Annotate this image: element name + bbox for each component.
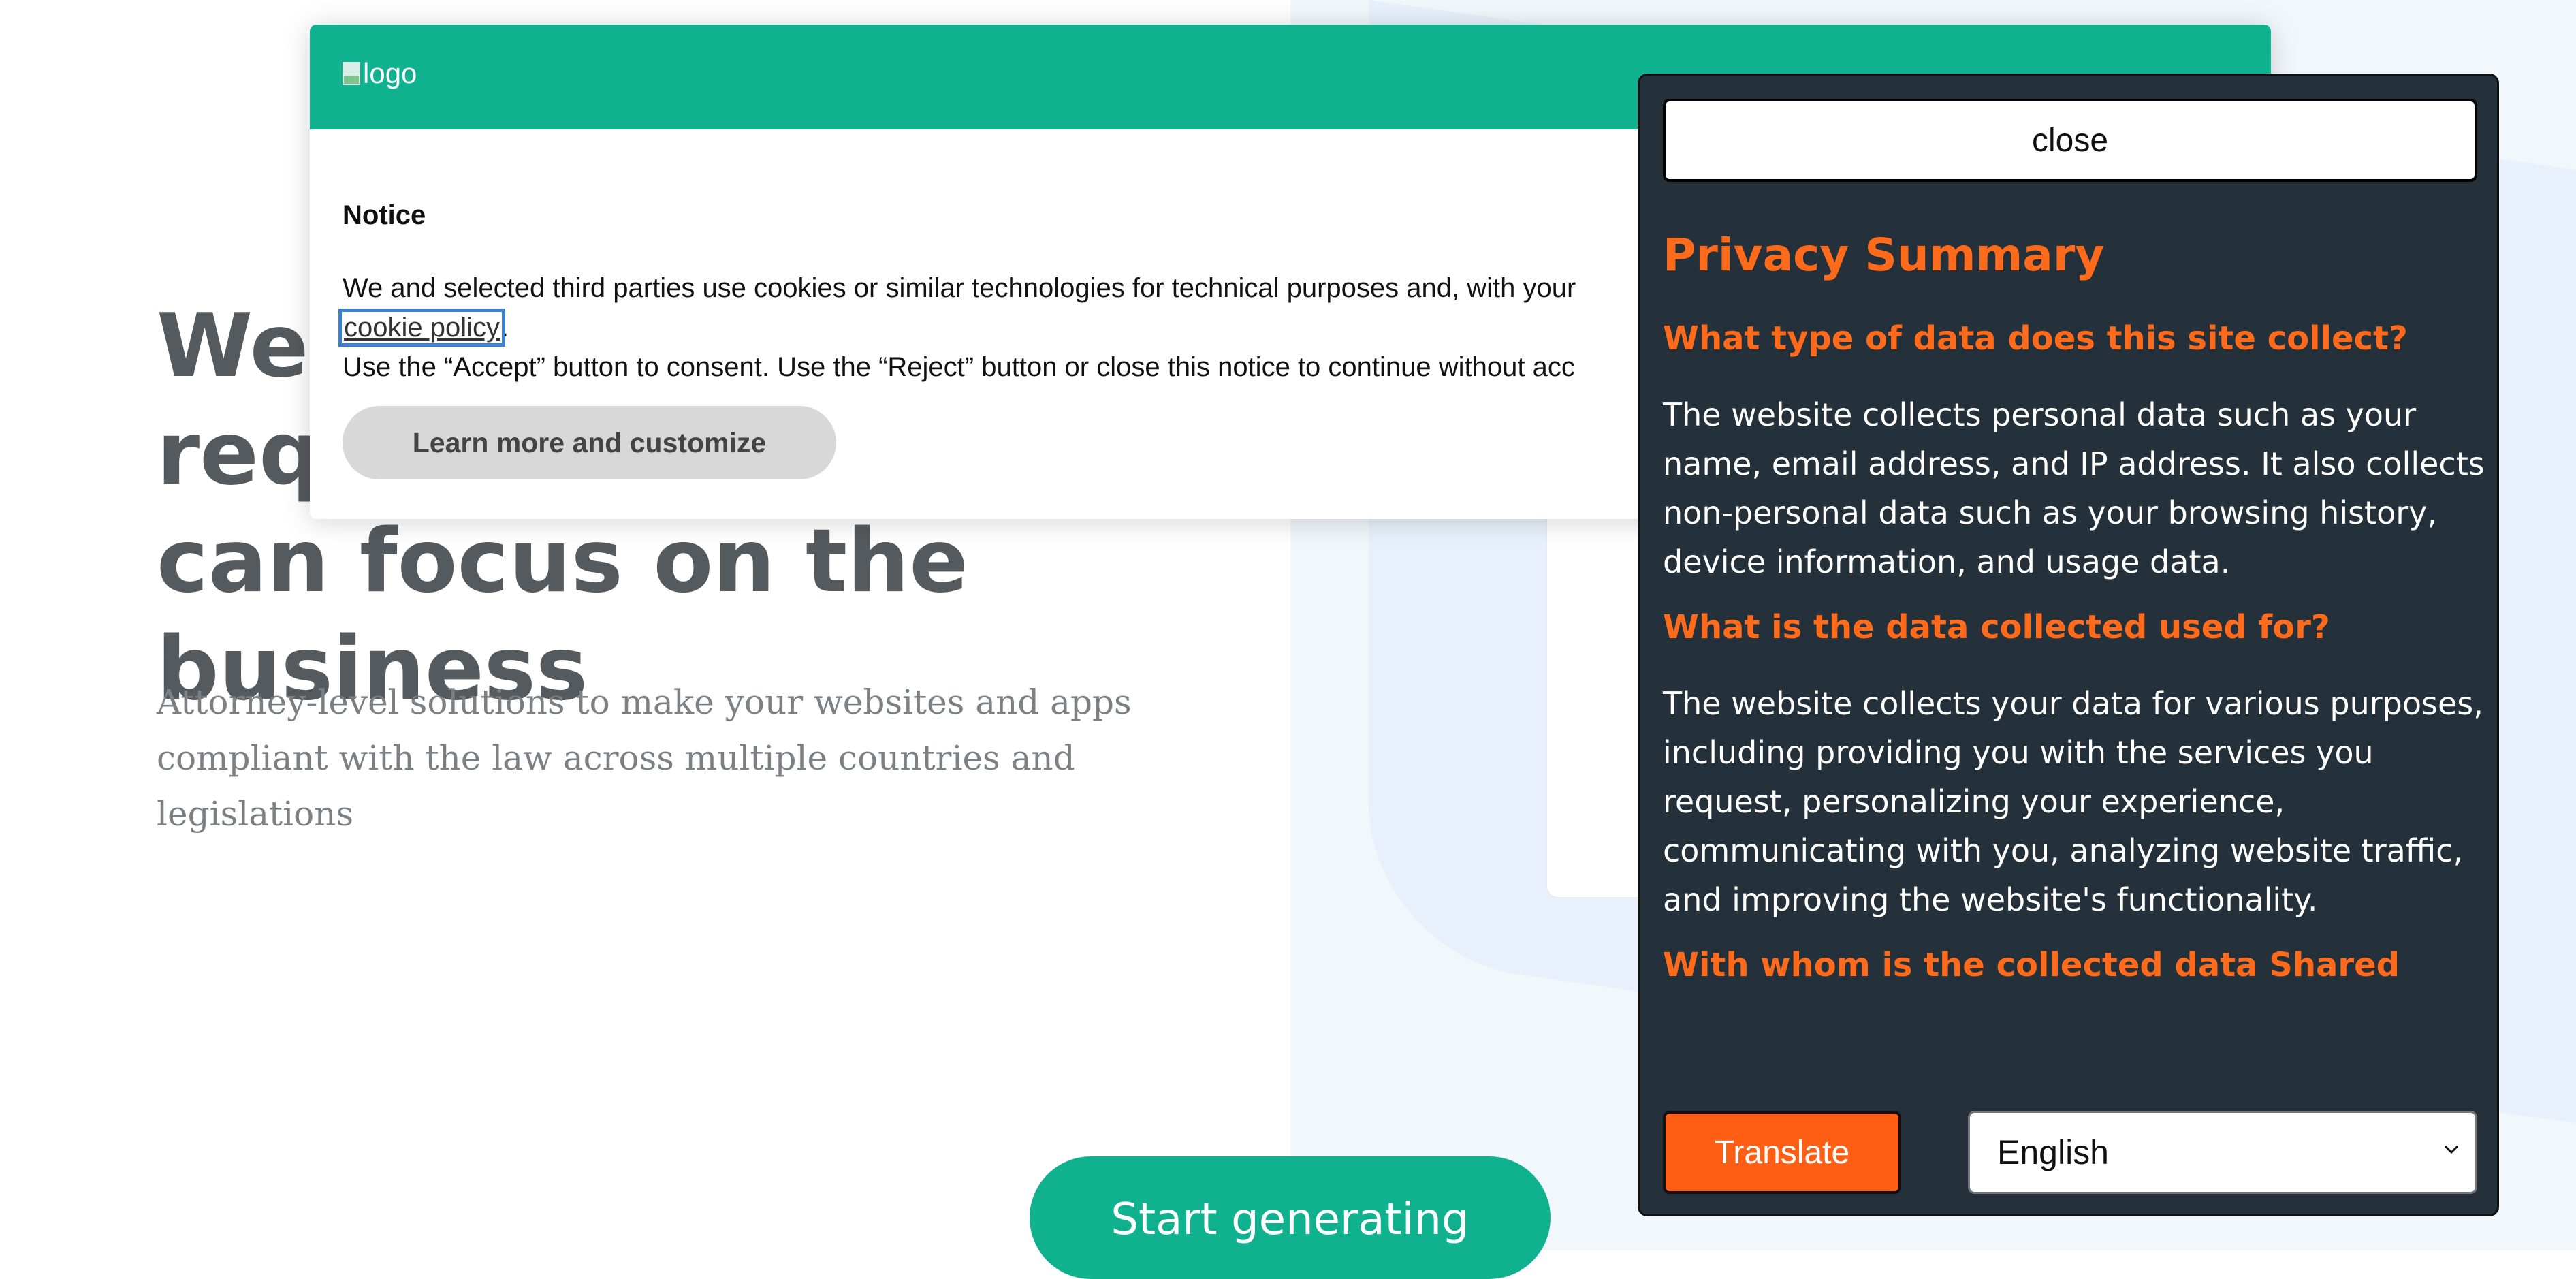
learn-more-customize-button[interactable]: Learn more and customize	[343, 406, 836, 479]
section-question: What is the data collected used for?	[1663, 608, 2330, 646]
notice-period: .	[501, 313, 509, 343]
section-question: What type of data does this site collect…	[1663, 319, 2408, 358]
logo-alt-text: logo	[363, 57, 417, 89]
translate-button[interactable]: Translate	[1663, 1111, 1901, 1194]
chevron-down-icon	[2444, 1145, 2459, 1154]
start-generating-button[interactable]: Start generating	[1030, 1156, 1551, 1279]
privacy-summary-title: Privacy Summary	[1663, 229, 2105, 281]
language-selected-value: English	[1997, 1133, 2109, 1171]
section-question: With whom is the collected data Shared	[1663, 946, 2400, 984]
section-answer: The website collects personal data such …	[1663, 396, 2485, 580]
notice-title: Notice	[343, 200, 426, 230]
hero-subtitle: Attorney-level solutions to make your we…	[157, 682, 1132, 834]
language-select[interactable]: English	[1968, 1111, 2477, 1194]
cookie-policy-link[interactable]: cookie policy	[338, 309, 506, 347]
notice-logo: logo	[343, 57, 417, 90]
privacy-summary-body[interactable]: Privacy Summary What type of data does t…	[1663, 229, 2487, 1017]
privacy-summary-panel: close Privacy Summary What type of data …	[1638, 74, 2499, 1216]
broken-image-icon	[343, 62, 360, 85]
close-button[interactable]: close	[1663, 99, 2477, 182]
section-answer: The website collects your data for vario…	[1663, 685, 2483, 918]
panel-footer: Translate English	[1640, 1097, 2497, 1214]
